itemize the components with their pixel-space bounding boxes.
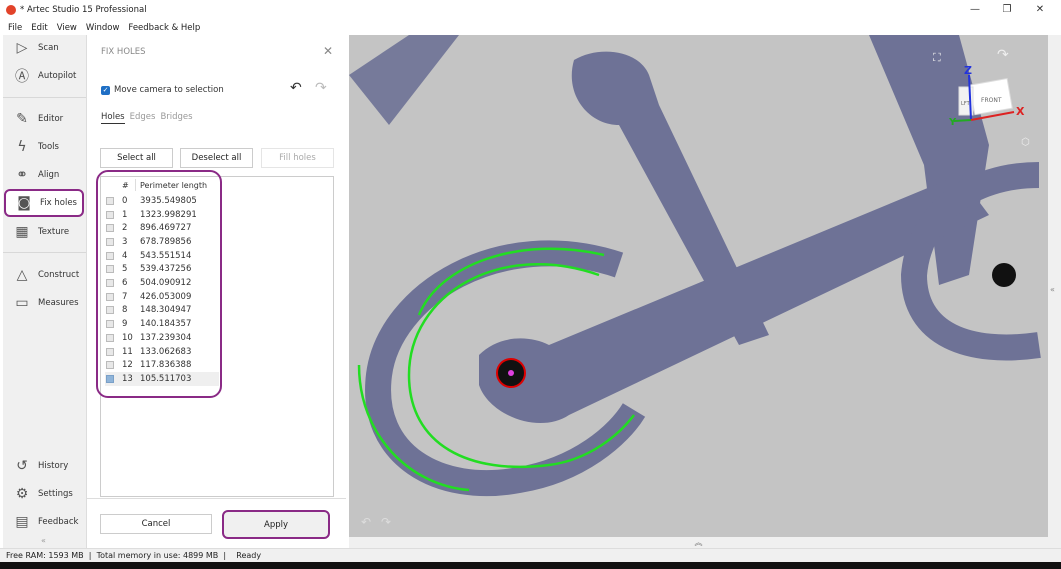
- fill-holes-button[interactable]: Fill holes: [261, 148, 334, 168]
- tabs: Holes Edges Bridges: [101, 112, 193, 124]
- restore-button[interactable]: ❐: [997, 4, 1017, 15]
- minimize-button[interactable]: —: [965, 4, 985, 15]
- cancel-button[interactable]: Cancel: [100, 514, 212, 534]
- sidebar-item-fix-holes[interactable]: ◙ Fix holes: [4, 189, 84, 217]
- divider: [3, 97, 86, 98]
- sidebar-item-history[interactable]: ↺ History: [4, 453, 84, 479]
- status-state: Ready: [236, 551, 262, 560]
- menu-feedback-help[interactable]: Feedback & Help: [128, 23, 200, 33]
- menu-window[interactable]: Window: [86, 23, 120, 33]
- tab-edges[interactable]: Edges: [130, 112, 156, 124]
- fix-holes-icon: ◙: [17, 195, 31, 211]
- play-triangle-icon: ▷: [16, 40, 28, 56]
- texture-icon: ▦: [15, 224, 29, 240]
- sidebar-item-texture[interactable]: ▦ Texture: [4, 219, 84, 245]
- pencil-icon: ✎: [16, 111, 28, 127]
- ruler-icon: ▭: [15, 295, 29, 311]
- menu-file[interactable]: File: [8, 23, 22, 33]
- sidebar-item-scan[interactable]: ▷ Scan: [4, 35, 84, 61]
- sidebar-item-settings[interactable]: ⚙ Settings: [4, 481, 84, 507]
- viewport-undo-icon[interactable]: ↶: [361, 515, 371, 529]
- close-window-button[interactable]: ✕: [1030, 4, 1050, 15]
- triangle-icon: △: [16, 267, 28, 283]
- hole-front-axle: [992, 263, 1016, 287]
- projection-icon[interactable]: ⬡: [1021, 137, 1030, 148]
- frame-left: [349, 35, 459, 125]
- rotate-view-icon[interactable]: ↷: [997, 47, 1009, 63]
- tab-bridges[interactable]: Bridges: [160, 112, 192, 124]
- history-icon: ↺: [16, 458, 28, 474]
- app-logo-icon: [6, 5, 16, 15]
- panel-title: FIX HOLES: [101, 47, 146, 57]
- align-icon: ⚭: [16, 167, 28, 183]
- sidebar-item-align[interactable]: ⚭ Align: [4, 162, 84, 188]
- autopilot-icon: Ⓐ: [15, 69, 29, 85]
- expand-bottom-button[interactable]: ︽: [349, 537, 1048, 548]
- svg-text:FRONT: FRONT: [981, 97, 1002, 104]
- separator: |: [223, 551, 227, 560]
- separator: |: [88, 551, 92, 560]
- status-bar: Free RAM: 1593 MB | Total memory in use:…: [0, 548, 1061, 562]
- collapse-sidebar-button[interactable]: «: [41, 536, 46, 545]
- bike-model: FRONT LFT Z X Y: [349, 35, 1041, 497]
- 3d-viewport[interactable]: FRONT LFT Z X Y ⛶ ↷ ⬡ ↶ ↷ ︽: [349, 35, 1048, 548]
- svg-text:LFT: LFT: [961, 101, 971, 107]
- sidebar-item-autopilot[interactable]: Ⓐ Autopilot: [4, 63, 84, 89]
- deselect-all-button[interactable]: Deselect all: [180, 148, 253, 168]
- select-all-button[interactable]: Select all: [100, 148, 173, 168]
- redo-icon[interactable]: ↷: [315, 80, 327, 96]
- selected-hole-center: [508, 370, 514, 376]
- divider: [3, 252, 86, 253]
- svg-text:Y: Y: [948, 117, 957, 128]
- menu-bar: File Edit View Window Feedback & Help: [0, 20, 1061, 35]
- menu-view[interactable]: View: [57, 23, 77, 33]
- checkbox-checked-icon: ✓: [101, 85, 110, 95]
- viewport-redo-icon[interactable]: ↷: [381, 515, 391, 529]
- fit-view-icon[interactable]: ⛶: [933, 51, 941, 65]
- gear-icon: ⚙: [15, 486, 29, 502]
- svg-text:X: X: [1016, 105, 1025, 118]
- free-ram: Free RAM: 1593 MB: [6, 551, 84, 560]
- divider: [86, 498, 346, 499]
- title-bar: * Artec Studio 15 Professional — ❐ ✕: [0, 0, 1061, 20]
- apply-button[interactable]: Apply: [222, 510, 330, 539]
- sidebar-item-tools[interactable]: ϟ Tools: [4, 134, 84, 160]
- lightning-icon: ϟ: [17, 139, 27, 155]
- expand-right-button[interactable]: «: [1050, 285, 1055, 294]
- sidebar: ▷ Scan Ⓐ Autopilot ✎ Editor ϟ Tools ⚭ Align ◙…: [3, 35, 86, 548]
- undo-icon[interactable]: ↶: [290, 80, 302, 96]
- highlight-annotation: [96, 170, 222, 398]
- svg-text:Z: Z: [964, 64, 972, 77]
- sidebar-item-editor[interactable]: ✎ Editor: [4, 106, 84, 132]
- move-camera-checkbox[interactable]: ✓ Move camera to selection: [101, 85, 224, 95]
- sidebar-item-construct[interactable]: △ Construct: [4, 262, 84, 288]
- taskbar-edge: [0, 562, 1061, 569]
- right-panel-strip: «: [1048, 35, 1061, 548]
- menu-edit[interactable]: Edit: [31, 23, 47, 33]
- window-title: * Artec Studio 15 Professional: [20, 5, 147, 15]
- sidebar-item-feedback[interactable]: ▤ Feedback: [4, 509, 84, 535]
- sidebar-item-measures[interactable]: ▭ Measures: [4, 290, 84, 316]
- close-panel-icon[interactable]: ✕: [323, 44, 333, 58]
- tab-holes[interactable]: Holes: [101, 112, 125, 124]
- comment-icon: ▤: [15, 514, 29, 530]
- total-memory: Total memory in use: 4899 MB: [96, 551, 219, 560]
